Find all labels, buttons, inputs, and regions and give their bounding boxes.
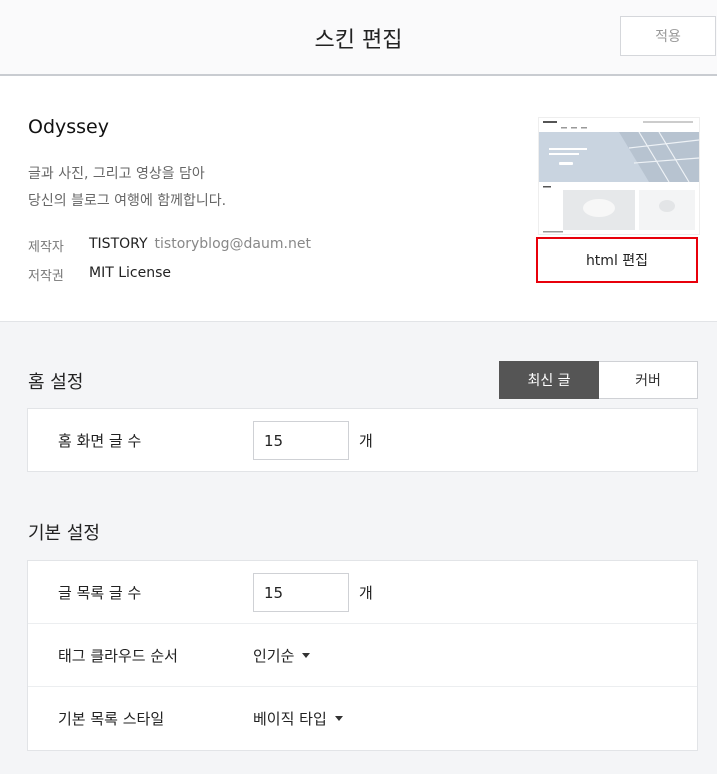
author-email: tistoryblog@daum.net (154, 236, 311, 252)
tag-cloud-order-dropdown[interactable]: 인기순 (253, 624, 311, 686)
license-value: MIT License (89, 265, 171, 281)
tag-cloud-order-row: 태그 클라우드 순서 인기순 (28, 623, 697, 686)
skin-description-line: 글과 사진, 그리고 영상을 담아 (28, 166, 205, 182)
author-label: 제작자 (28, 240, 64, 255)
basic-settings-title: 기본 설정 (28, 523, 100, 544)
list-style-label: 기본 목록 스타일 (58, 709, 165, 728)
home-settings-panel: 홈 화면 글 수 개 (27, 408, 698, 472)
list-post-count-label: 글 목록 글 수 (58, 583, 142, 602)
author-row: 제작자 TISTORY tistoryblog@daum.net (28, 236, 311, 255)
toggle-latest-posts[interactable]: 최신 글 (499, 361, 599, 399)
tag-cloud-order-label: 태그 클라우드 순서 (58, 646, 178, 665)
list-style-row: 기본 목록 스타일 베이직 타입 (28, 686, 697, 748)
list-post-count-input[interactable] (253, 573, 349, 612)
html-edit-button[interactable]: html 편집 (536, 237, 698, 283)
skin-info-panel: Odyssey 글과 사진, 그리고 영상을 담아 당신의 블로그 여행에 함께… (0, 76, 717, 322)
license-row: 저작권 MIT License (28, 265, 171, 284)
license-label: 저작권 (28, 269, 64, 284)
home-type-toggle: 최신 글 커버 (499, 361, 698, 399)
unit-label: 개 (359, 431, 373, 450)
skin-name: Odyssey (28, 116, 109, 138)
home-post-count-row: 홈 화면 글 수 개 (28, 409, 697, 471)
list-style-value: 베이직 타입 (253, 709, 327, 728)
home-post-count-label: 홈 화면 글 수 (58, 431, 142, 450)
author-name: TISTORY (89, 236, 148, 252)
list-post-count-row: 글 목록 글 수 개 (28, 561, 697, 623)
basic-settings-panel: 글 목록 글 수 개 태그 클라우드 순서 인기순 기본 목록 스타일 베이직 … (27, 560, 698, 751)
skin-thumbnail (538, 117, 700, 235)
apply-button[interactable]: 적용 (620, 16, 716, 56)
unit-label: 개 (359, 583, 373, 602)
home-post-count-input[interactable] (253, 421, 349, 460)
caret-down-icon (302, 652, 311, 658)
skin-thumbnail-image (539, 118, 699, 234)
skin-description: 글과 사진, 그리고 영상을 담아 당신의 블로그 여행에 함께합니다. (28, 161, 226, 215)
top-header: 스킨 편집 적용 (0, 0, 717, 76)
page-title: 스킨 편집 (314, 28, 403, 53)
home-settings-title: 홈 설정 (28, 372, 84, 393)
list-style-dropdown[interactable]: 베이직 타입 (253, 687, 343, 749)
caret-down-icon (334, 715, 343, 721)
skin-description-line: 당신의 블로그 여행에 함께합니다. (28, 193, 227, 209)
toggle-cover[interactable]: 커버 (599, 361, 698, 399)
tag-cloud-order-value: 인기순 (253, 646, 295, 665)
